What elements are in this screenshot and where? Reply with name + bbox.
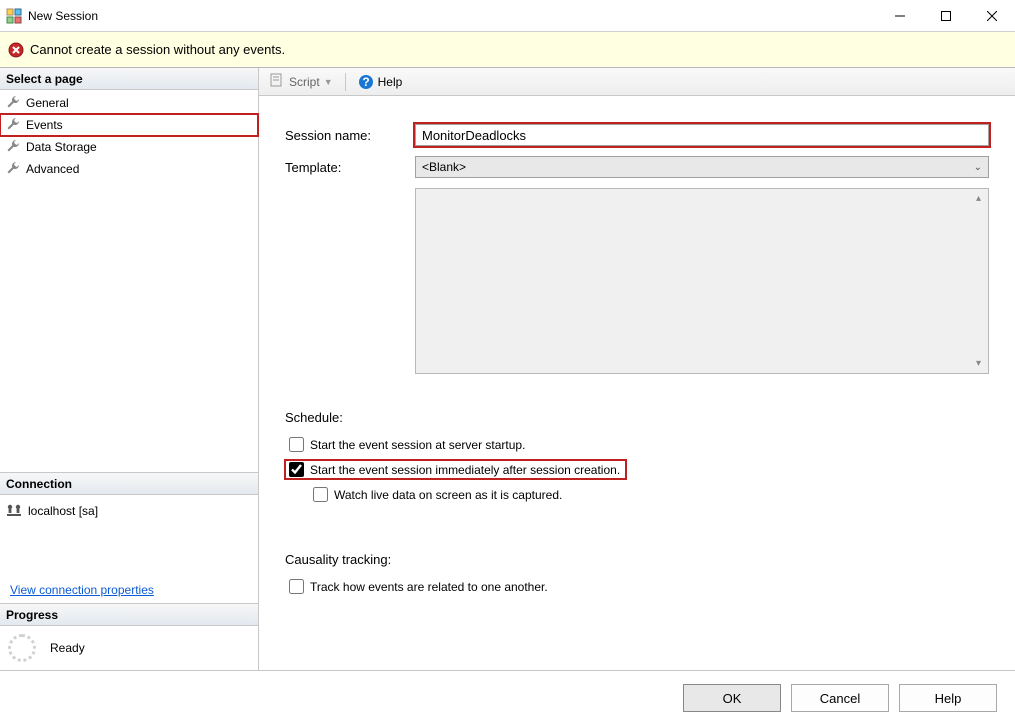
connection-value: localhost [sa] — [28, 504, 98, 518]
script-dropdown[interactable]: Script ▼ — [265, 70, 337, 93]
connection-item: localhost [sa] — [0, 495, 258, 527]
toolbar-separator — [345, 73, 346, 91]
svg-text:?: ? — [362, 75, 369, 89]
template-select[interactable]: <Blank> ⌄ — [415, 156, 989, 178]
chk-label: Start the event session immediately afte… — [310, 463, 620, 477]
sidebar-item-advanced[interactable]: Advanced — [0, 158, 258, 180]
close-button[interactable] — [969, 1, 1015, 31]
chk-start-at-startup-box[interactable] — [289, 437, 304, 452]
chk-start-at-startup[interactable]: Start the event session at server startu… — [285, 435, 989, 454]
help-label: Help — [378, 75, 403, 89]
chk-label: Start the event session at server startu… — [310, 438, 525, 452]
warning-text: Cannot create a session without any even… — [30, 42, 285, 57]
chevron-down-icon: ⌄ — [974, 162, 982, 173]
error-icon — [8, 42, 24, 58]
app-icon — [6, 8, 22, 24]
script-icon — [269, 72, 285, 91]
sidebar-item-general[interactable]: General — [0, 92, 258, 114]
chk-causality-box[interactable] — [289, 579, 304, 594]
chk-watch-live-box[interactable] — [313, 487, 328, 502]
chk-start-immediately-box[interactable] — [289, 462, 304, 477]
scroll-down-icon[interactable]: ▾ — [970, 355, 987, 372]
template-description-box: ▴ ▾ — [415, 188, 989, 374]
window-title: New Session — [28, 9, 877, 23]
sidebar-header-pages: Select a page — [0, 68, 258, 90]
maximize-button[interactable] — [923, 1, 969, 31]
help-button[interactable]: ? Help — [354, 72, 407, 92]
titlebar: New Session — [0, 0, 1015, 32]
template-value: <Blank> — [422, 160, 466, 174]
minimize-button[interactable] — [877, 1, 923, 31]
chk-label: Watch live data on screen as it is captu… — [334, 488, 562, 502]
session-name-label: Session name: — [285, 128, 415, 143]
footer-buttons: OK Cancel Help — [0, 670, 1015, 725]
progress-status: Ready — [50, 641, 85, 655]
chevron-down-icon: ▼ — [324, 77, 333, 87]
sidebar: Select a page General Events Data Storag… — [0, 68, 259, 670]
sidebar-header-connection: Connection — [0, 473, 258, 495]
scroll-up-icon[interactable]: ▴ — [970, 190, 987, 207]
cancel-button[interactable]: Cancel — [791, 684, 889, 712]
sidebar-item-label: Data Storage — [26, 140, 97, 154]
progress-spinner-icon — [8, 634, 36, 662]
help-icon: ? — [358, 74, 374, 90]
causality-label: Causality tracking: — [285, 552, 989, 567]
sidebar-item-data-storage[interactable]: Data Storage — [0, 136, 258, 158]
view-connection-link[interactable]: View connection properties — [10, 583, 154, 597]
chk-watch-live[interactable]: Watch live data on screen as it is captu… — [309, 485, 989, 504]
wrench-icon — [5, 139, 21, 155]
session-name-input[interactable] — [415, 124, 989, 146]
sidebar-item-label: General — [26, 96, 69, 110]
chk-start-immediately[interactable]: Start the event session immediately afte… — [285, 460, 626, 479]
sidebar-header-progress: Progress — [0, 604, 258, 626]
sidebar-item-label: Events — [26, 118, 63, 132]
sidebar-item-events[interactable]: Events — [0, 114, 258, 136]
template-label: Template: — [285, 160, 415, 175]
wrench-icon — [5, 161, 21, 177]
chk-causality[interactable]: Track how events are related to one anot… — [285, 577, 989, 596]
warning-bar: Cannot create a session without any even… — [0, 32, 1015, 68]
help-button[interactable]: Help — [899, 684, 997, 712]
sidebar-item-label: Advanced — [26, 162, 79, 176]
content-pane: Script ▼ ? Help Session name: Template: … — [259, 68, 1015, 670]
wrench-icon — [5, 117, 21, 133]
chk-label: Track how events are related to one anot… — [310, 580, 548, 594]
server-icon — [6, 503, 22, 519]
script-label: Script — [289, 75, 320, 89]
ok-button[interactable]: OK — [683, 684, 781, 712]
content-toolbar: Script ▼ ? Help — [259, 68, 1015, 96]
wrench-icon — [5, 95, 21, 111]
schedule-label: Schedule: — [285, 410, 989, 425]
